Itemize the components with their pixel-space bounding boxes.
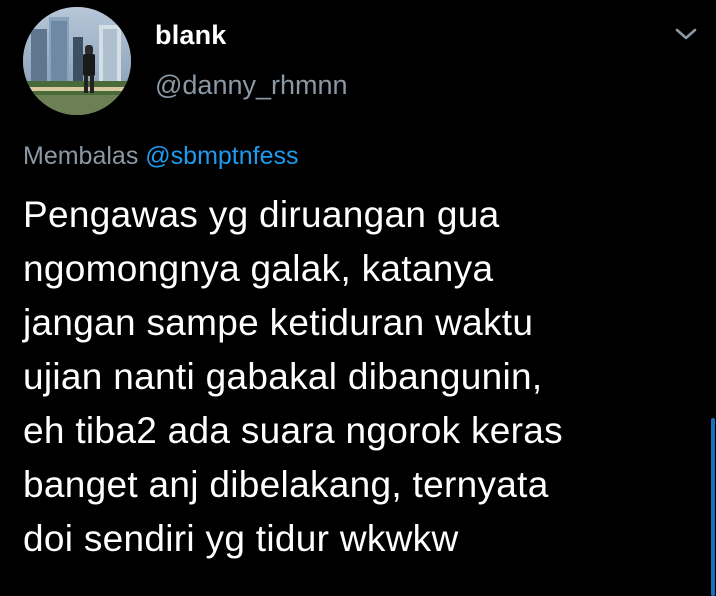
tweet: blank @danny_rhmnn Membalas @sbmptnfess … [0,0,716,596]
user-handle[interactable]: @danny_rhmnn [155,70,348,101]
reply-mention-link[interactable]: @sbmptnfess [145,142,298,170]
reply-prefix: Membalas [23,142,139,170]
chevron-down-icon[interactable] [672,24,700,44]
avatar-photo [23,7,131,115]
scrollbar[interactable] [711,418,715,596]
reply-context: Membalas @sbmptnfess [23,142,299,171]
avatar[interactable] [23,7,131,115]
display-name[interactable]: blank [155,20,227,51]
tweet-text: Pengawas yg diruangan gua ngomongnya gal… [23,194,563,559]
